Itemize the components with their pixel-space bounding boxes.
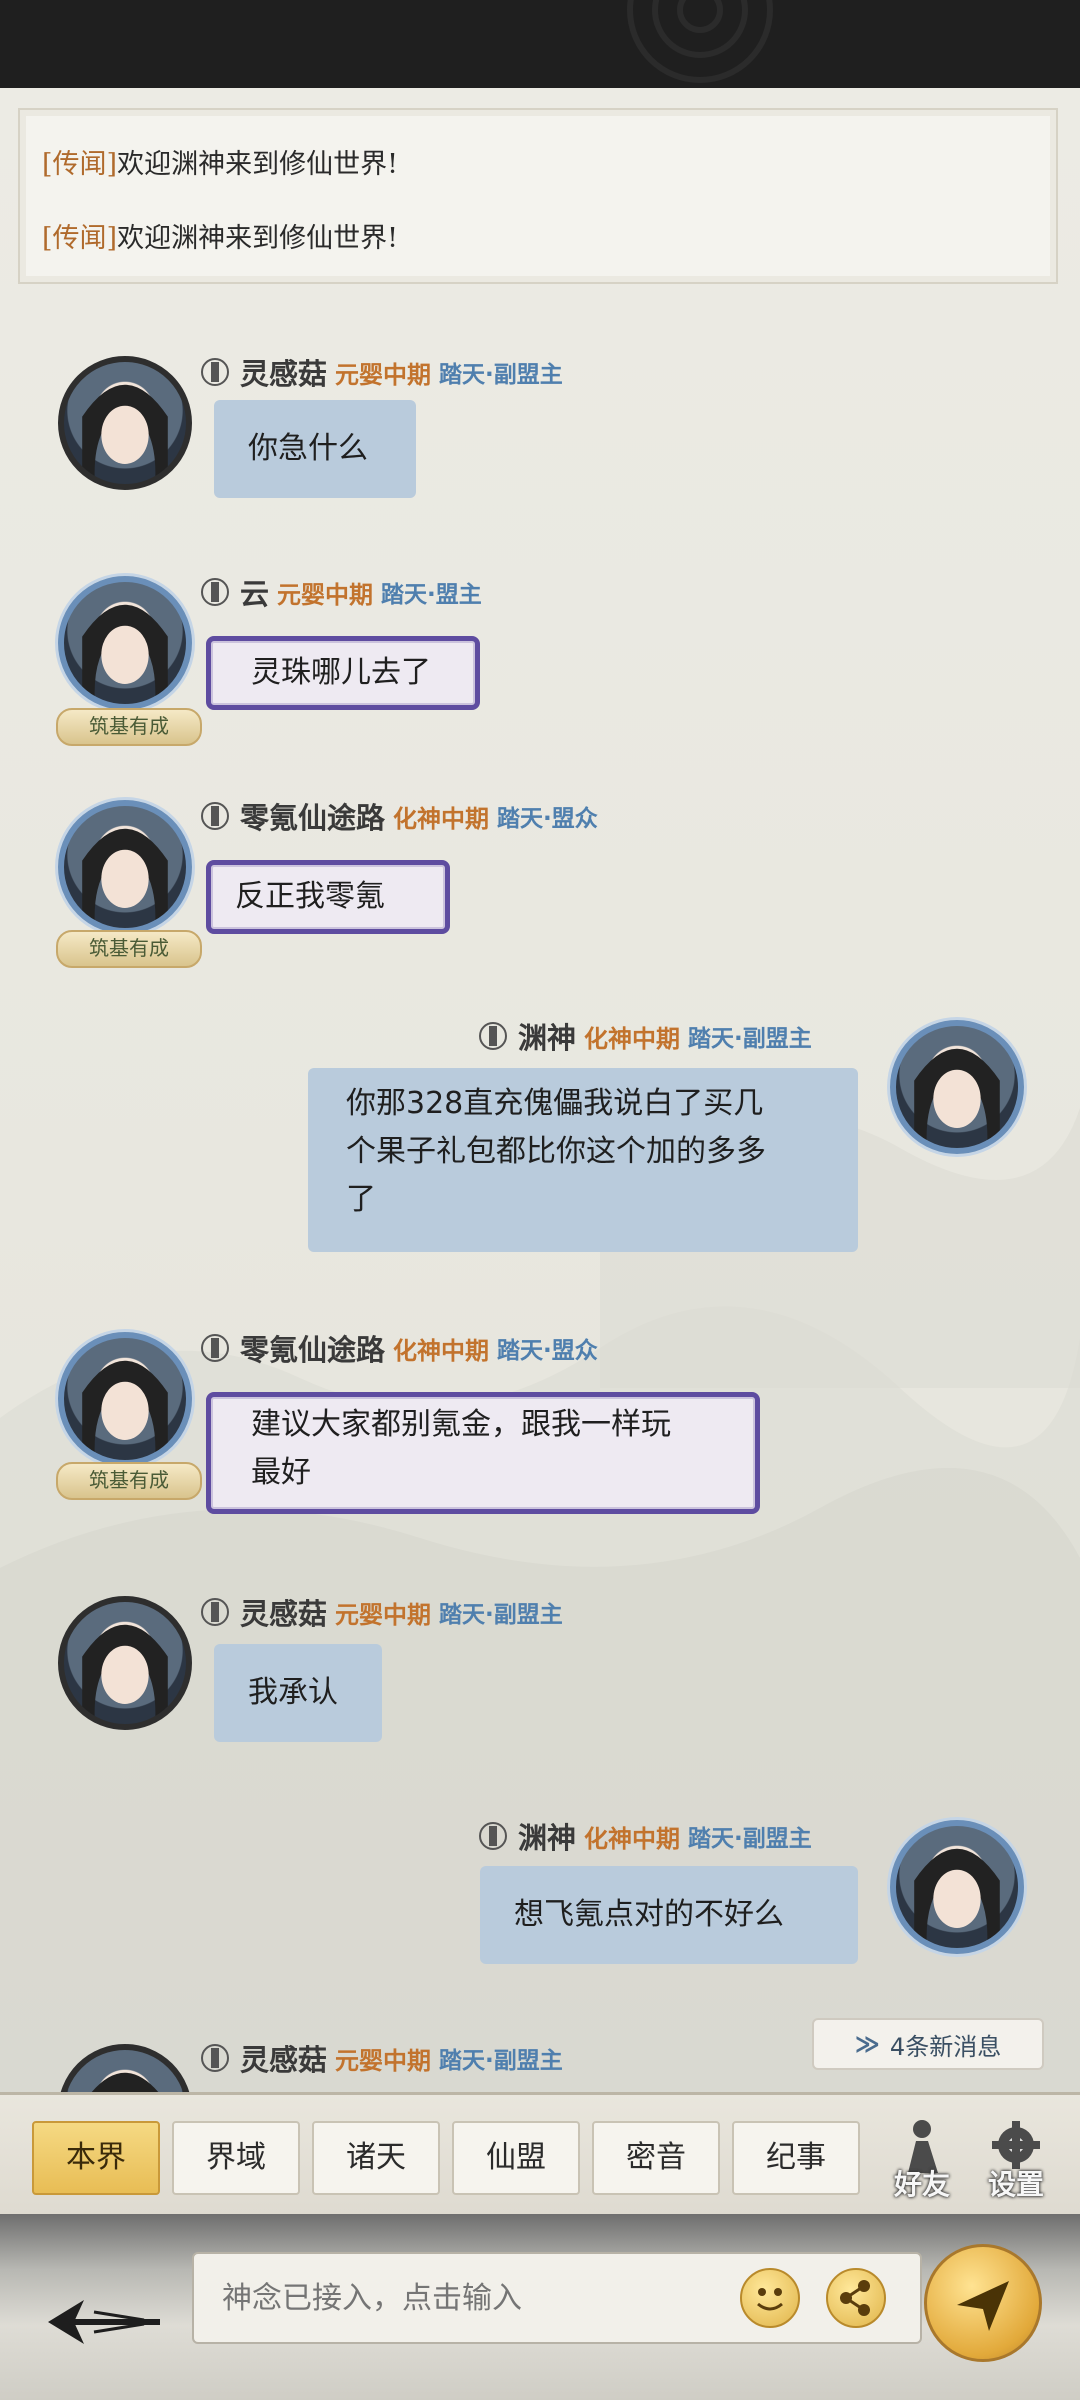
cultivation-realm: 元婴中期	[335, 360, 432, 389]
message-bubble[interactable]: 你急什么	[214, 400, 416, 498]
message-bubble[interactable]: 灵珠哪儿去了	[206, 636, 480, 710]
avatar[interactable]	[890, 1820, 1024, 1954]
tab-xian-meng[interactable]: 仙盟	[452, 2121, 580, 2195]
tab-ji-shi[interactable]: 纪事	[732, 2121, 860, 2195]
cultivation-realm: 化神中期	[584, 1824, 681, 1853]
chat-panel[interactable]: [传闻]欢迎渊神来到修仙世界! [传闻]欢迎渊神来到修仙世界! 灵感菇 元婴中期…	[0, 88, 1080, 2092]
guild-role: 踏天·副盟主	[688, 1026, 812, 1052]
avatar[interactable]	[58, 800, 192, 934]
rank-icon	[201, 802, 229, 830]
send-button[interactable]	[924, 2244, 1042, 2362]
message-header: 渊神 化神中期 踏天·副盟主	[478, 1816, 812, 1856]
tab-jie-yu[interactable]: 界域	[172, 2121, 300, 2195]
avatar[interactable]	[58, 1596, 192, 1730]
message-line: 了	[346, 1182, 376, 1217]
friends-button[interactable]: 好友	[882, 2115, 962, 2205]
message-bubble[interactable]: 反正我零氪	[206, 860, 450, 934]
rank-icon	[201, 1334, 229, 1362]
send-icon	[957, 2281, 1009, 2331]
tab-mi-yin[interactable]: 密音	[592, 2121, 720, 2195]
sender-name[interactable]: 灵感菇	[240, 1591, 327, 1633]
avatar[interactable]	[890, 1020, 1024, 1154]
back-arrow-icon[interactable]	[44, 2292, 164, 2352]
guild-role: 踏天·副盟主	[688, 1826, 812, 1852]
chat-input[interactable]	[192, 2252, 922, 2344]
message-header: 云 元婴中期 踏天·盟主	[200, 572, 482, 612]
rank-icon	[201, 1598, 229, 1626]
rank-icon	[201, 578, 229, 606]
sender-name[interactable]: 零氪仙途路	[240, 1327, 385, 1369]
message-bubble[interactable]: 我承认	[214, 1644, 382, 1742]
guild-role: 踏天·盟众	[497, 1338, 598, 1364]
title-badge: 筑基有成	[56, 930, 202, 968]
message-bubble[interactable]: 建议大家都别氪金，跟我一样玩 最好	[206, 1392, 760, 1514]
message-header: 灵感菇 元婴中期 踏天·副盟主	[200, 352, 563, 392]
avatar[interactable]	[58, 2044, 192, 2092]
top-status-bar	[0, 0, 1080, 88]
message-header: 零氪仙途路 化神中期 踏天·盟众	[200, 1328, 598, 1368]
cultivation-realm: 化神中期	[393, 804, 490, 833]
cultivation-realm: 化神中期	[393, 1336, 490, 1365]
input-bar	[0, 2214, 1080, 2400]
new-messages-button[interactable]: ≫ 4条新消息	[812, 2018, 1044, 2070]
sender-name[interactable]: 渊神	[518, 1015, 576, 1057]
sender-name[interactable]: 零氪仙途路	[240, 795, 385, 837]
rank-icon	[479, 1022, 507, 1050]
message-header: 渊神 化神中期 踏天·副盟主	[478, 1016, 812, 1056]
share-icon[interactable]	[826, 2268, 886, 2328]
avatar[interactable]	[58, 1332, 192, 1466]
guild-role: 踏天·盟众	[497, 806, 598, 832]
tab-ben-jie[interactable]: 本界	[32, 2121, 160, 2195]
message-header: 灵感菇 元婴中期 踏天·副盟主	[200, 2038, 563, 2078]
guild-role: 踏天·盟主	[381, 582, 482, 608]
rumor-line: [传闻]欢迎渊神来到修仙世界!	[42, 149, 398, 180]
title-badge: 筑基有成	[56, 708, 202, 746]
cultivation-realm: 元婴中期	[277, 580, 374, 609]
rumor-feed: [传闻]欢迎渊神来到修仙世界! [传闻]欢迎渊神来到修仙世界!	[18, 108, 1058, 284]
cultivation-realm: 化神中期	[584, 1024, 681, 1053]
rumor-line: [传闻]欢迎渊神来到修仙世界!	[42, 223, 398, 254]
message-line: 建议大家都别氪金，跟我一样玩	[251, 1407, 671, 1442]
avatar[interactable]	[58, 356, 192, 490]
rank-icon	[201, 2044, 229, 2072]
decorative-cloud-pattern	[627, 0, 773, 83]
guild-role: 踏天·副盟主	[439, 2048, 563, 2074]
tab-zhu-tian[interactable]: 诸天	[312, 2121, 440, 2195]
avatar[interactable]	[58, 576, 192, 710]
guild-role: 踏天·副盟主	[439, 362, 563, 388]
cultivation-realm: 元婴中期	[335, 2046, 432, 2075]
emoji-icon[interactable]	[740, 2268, 800, 2328]
cultivation-realm: 元婴中期	[335, 1600, 432, 1629]
double-chevron-down-icon: ≫	[854, 2030, 880, 2058]
channel-tabs: 本界 界域 诸天 仙盟 密音 纪事 好友 设置	[0, 2092, 1080, 2217]
message-line: 你那328直充傀儡我说白了买几	[346, 1086, 764, 1121]
sender-name[interactable]: 灵感菇	[240, 351, 327, 393]
sender-name[interactable]: 灵感菇	[240, 2037, 327, 2079]
sender-name[interactable]: 云	[240, 571, 269, 613]
settings-button[interactable]: 设置	[976, 2115, 1056, 2205]
sender-name[interactable]: 渊神	[518, 1815, 576, 1857]
message-bubble[interactable]: 想飞氪点对的不好么	[480, 1866, 858, 1964]
rank-icon	[479, 1822, 507, 1850]
message-bubble[interactable]: 你那328直充傀儡我说白了买几 个果子礼包都比你这个加的多多 了	[308, 1068, 858, 1252]
message-header: 灵感菇 元婴中期 踏天·副盟主	[200, 1592, 563, 1632]
message-line: 最好	[251, 1455, 311, 1490]
rank-icon	[201, 358, 229, 386]
message-header: 零氪仙途路 化神中期 踏天·盟众	[200, 796, 598, 836]
message-line: 个果子礼包都比你这个加的多多	[346, 1134, 766, 1169]
title-badge: 筑基有成	[56, 1462, 202, 1500]
guild-role: 踏天·副盟主	[439, 1602, 563, 1628]
